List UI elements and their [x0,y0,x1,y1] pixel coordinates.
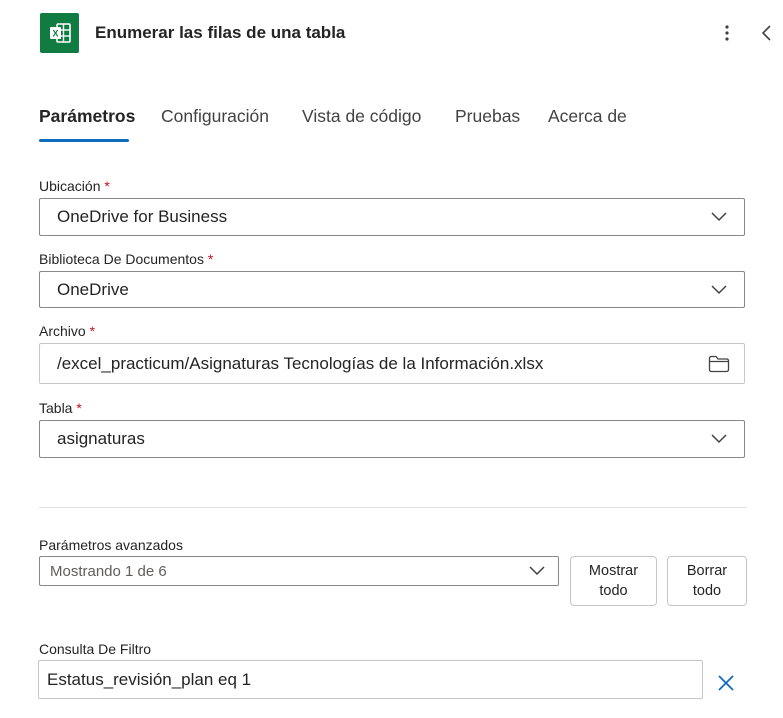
chevron-down-icon [524,558,550,584]
action-title: Enumerar las filas de una tabla [95,23,346,42]
library-value: OneDrive [57,279,129,299]
section-divider [39,507,747,508]
library-dropdown[interactable]: OneDrive [39,271,745,308]
active-tab-indicator [39,139,129,142]
collapse-panel-button[interactable] [756,20,776,46]
advanced-params-dropdown[interactable]: Mostrando 1 de 6 [39,556,559,586]
excel-icon: X [40,13,79,53]
table-label: Tabla * [39,400,82,416]
close-icon [718,675,734,691]
filter-query-input[interactable]: Estatus_revisión_plan eq 1 [38,660,703,699]
file-path-value: /excel_practicum/Asignaturas Tecnologías… [57,353,544,373]
tab-parametros[interactable]: Parámetros [39,106,135,127]
required-marker: * [104,178,110,194]
chevron-left-icon [761,25,771,41]
tab-vista-de-codigo[interactable]: Vista de código [302,106,421,127]
folder-icon[interactable] [706,351,732,377]
show-all-button[interactable]: Mostrar todo [570,556,657,606]
location-value: OneDrive for Business [57,207,228,226]
required-marker: * [207,251,214,267]
more-vertical-icon [725,25,729,41]
filter-query-value: Estatus_revisión_plan eq 1 [47,669,252,689]
table-dropdown[interactable]: asignaturas [39,420,745,458]
remove-filter-button[interactable] [714,671,738,695]
tab-pruebas[interactable]: Pruebas [455,106,520,127]
location-dropdown[interactable]: OneDrive for Business [39,198,745,236]
chevron-down-icon [706,426,732,452]
chevron-down-icon [706,277,732,303]
more-options-button[interactable] [717,20,737,46]
tab-configuracion[interactable]: Configuración [161,106,269,127]
file-path-field[interactable]: /excel_practicum/Asignaturas Tecnologías… [39,343,745,384]
svg-text:X: X [52,29,58,39]
required-marker: * [89,323,96,339]
chevron-down-icon [706,204,732,230]
tab-acerca-de[interactable]: Acerca de [548,106,627,127]
filter-query-label: Consulta De Filtro [39,641,152,657]
table-value: asignaturas [57,429,145,448]
clear-all-button[interactable]: Borrar todo [667,556,747,606]
advanced-params-value: Mostrando 1 de 6 [50,562,167,580]
location-label: Ubicación * [39,178,110,194]
required-marker: * [76,400,82,416]
file-label: Archivo * [39,323,96,339]
advanced-params-label: Parámetros avanzados [39,537,183,553]
excel-logo-icon: X [49,23,71,43]
library-label: Biblioteca De Documentos * [39,251,214,267]
